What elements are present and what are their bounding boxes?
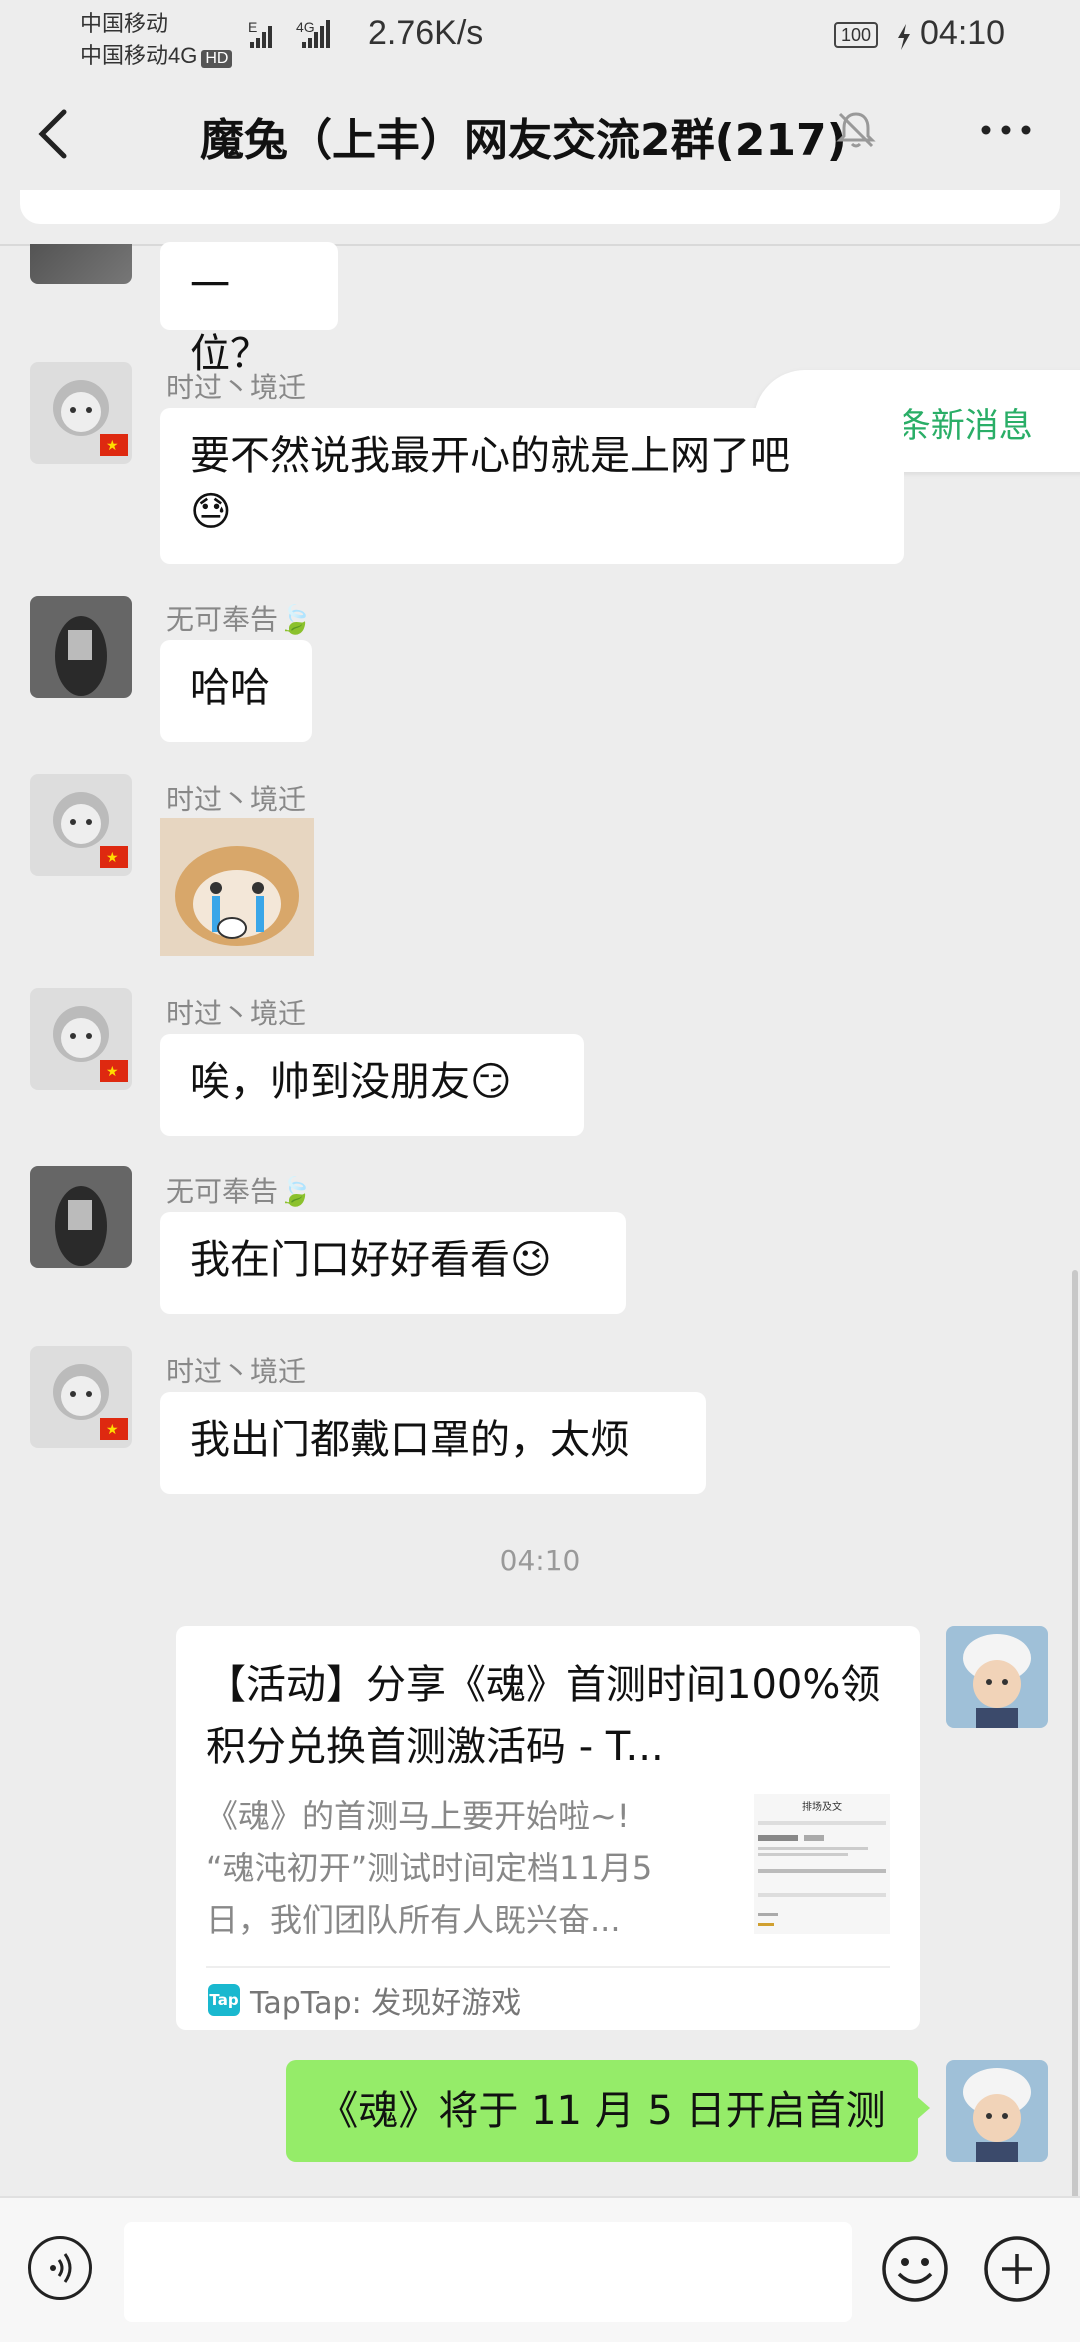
- emoji-button[interactable]: [880, 2234, 950, 2304]
- battery-icon: 100: [834, 22, 878, 48]
- message-bubble[interactable]: 我出门都戴口罩的，太烦: [160, 1392, 706, 1494]
- avatar[interactable]: ★: [30, 362, 132, 464]
- svg-text:★: ★: [106, 438, 119, 454]
- sender-name: 时过丶境迁: [166, 998, 307, 1029]
- back-arrow-icon[interactable]: [28, 104, 76, 164]
- carrier-name: 中国移动: [80, 11, 169, 36]
- avatar[interactable]: ★: [30, 774, 132, 876]
- sweat-smile-emoji-icon: 😓: [190, 489, 232, 535]
- chat-header: 魔兔（上丰）网友交流2群(217): [0, 76, 1080, 196]
- avatar[interactable]: ★: [30, 1346, 132, 1448]
- avatar-self[interactable]: [946, 2060, 1048, 2162]
- carrier-name-2: 中国移动4G HD: [80, 38, 233, 70]
- svg-text:★: ★: [106, 1422, 119, 1438]
- plus-button[interactable]: [982, 2234, 1052, 2304]
- outgoing-message-bubble[interactable]: 《魂》将于 11 月 5 日开启首测: [286, 2060, 918, 2162]
- hd-badge: HD: [201, 50, 233, 68]
- message-bubble[interactable]: 要不然说我最开心的就是上网了吧 😓: [160, 408, 904, 564]
- divider: [206, 1966, 890, 1968]
- voice-input-button[interactable]: [28, 2236, 92, 2300]
- network-speed: 2.76K/s: [368, 14, 484, 52]
- sender-name: 无可奉告🍃: [166, 1176, 313, 1207]
- leaf-icon: 🍃: [278, 1176, 313, 1207]
- status-time: 04:10: [920, 14, 1006, 52]
- sender-name: 时过丶境迁: [166, 1356, 307, 1387]
- smirk-emoji-icon: 😏: [470, 1059, 512, 1105]
- taptap-icon: Tap: [208, 1984, 240, 2016]
- svg-text:4G: 4G: [296, 19, 315, 35]
- link-card-thumbnail: 排场及文: [754, 1794, 890, 1934]
- message-bubble[interactable]: 哈哈: [160, 640, 312, 742]
- avatar[interactable]: [30, 596, 132, 698]
- crying-cat-sticker[interactable]: [160, 818, 314, 956]
- more-options-icon[interactable]: [976, 110, 1036, 150]
- link-card[interactable]: 【活动】分享《魂》首测时间100%领积分兑换首测激活码 - T... 《魂》的首…: [176, 1626, 920, 2030]
- svg-text:E: E: [248, 19, 257, 35]
- thumbnail-heading: 排场及文: [802, 1802, 842, 1813]
- message-bubble[interactable]: 我在门口好好看看😉: [160, 1212, 626, 1314]
- avatar[interactable]: [30, 1166, 132, 1268]
- charging-icon: [898, 24, 910, 50]
- avatar[interactable]: ★: [30, 988, 132, 1090]
- message-text: 我在门口好好看看: [190, 1237, 510, 1283]
- scrollbar[interactable]: [1072, 1270, 1078, 2200]
- chat-title: 魔兔（上丰）网友交流2群(217): [200, 115, 847, 166]
- wink-emoji-icon: 😉: [510, 1237, 552, 1283]
- svg-text:★: ★: [106, 1064, 119, 1080]
- timestamp: 04:10: [499, 1544, 581, 1577]
- message-text: 要不然说我最开心的就是上网了吧: [190, 433, 790, 479]
- message-bubble[interactable]: 唉，帅到没朋友😏: [160, 1034, 584, 1136]
- mute-bell-icon: [836, 112, 876, 148]
- thumbnail-preview-icon: [758, 1821, 886, 1926]
- message-bubble[interactable]: 一位？: [160, 242, 338, 377]
- input-bar: [0, 2196, 1080, 2342]
- sender-name: 时过丶境迁: [166, 372, 307, 403]
- pinned-notice-card: [20, 190, 1060, 224]
- leaf-icon: 🍃: [278, 604, 313, 635]
- bubble-tail: [914, 2094, 930, 2122]
- avatar-self[interactable]: [946, 1626, 1048, 1728]
- voice-icon: [50, 2253, 72, 2283]
- link-card-title: 【活动】分享《魂》首测时间100%领积分兑换首测激活码 - T...: [206, 1662, 881, 1770]
- sender-name: 时过丶境迁: [166, 784, 307, 815]
- svg-text:★: ★: [106, 850, 119, 866]
- sender-name: 无可奉告🍃: [166, 604, 313, 635]
- link-card-description: 《魂》的首测马上要开始啦~! “魂沌初开”测试时间定档11月5日，我们团队所有人…: [206, 1797, 653, 1939]
- status-bar: 中国移动 中国移动4G HD E 4G 2.76K/s 100 04:10: [0, 0, 1080, 76]
- message-text: 唉，帅到没朋友: [190, 1059, 470, 1105]
- message-input[interactable]: [124, 2222, 852, 2322]
- signal-icon: E 4G: [248, 19, 330, 48]
- link-card-source: TapTap: 发现好游戏: [250, 1986, 522, 2021]
